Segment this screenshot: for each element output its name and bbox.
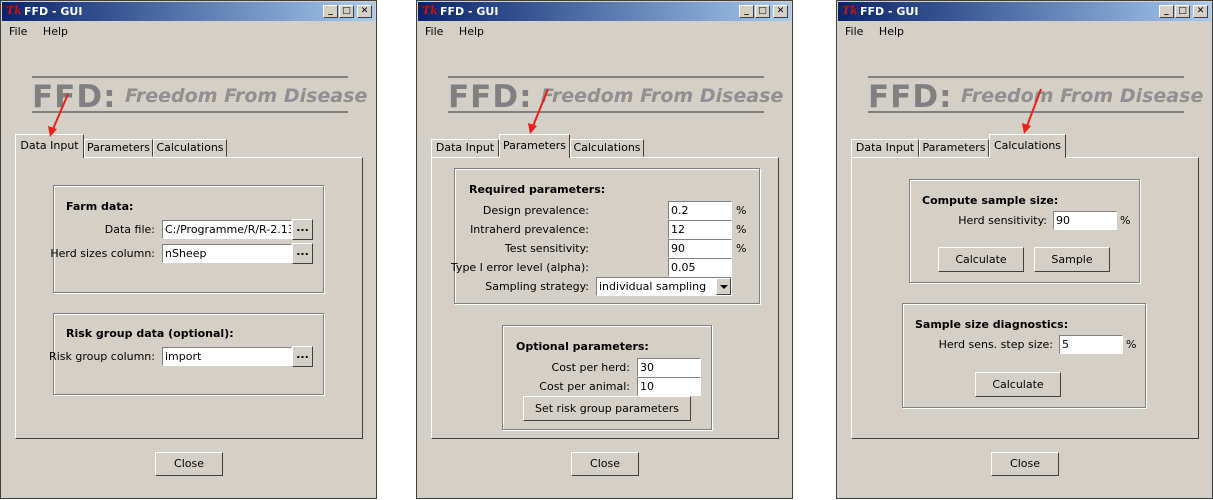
ffd-window-calculations: Tk FFD - GUI _ □ ✕ File Help FFD: Freedo… [836, 0, 1213, 499]
ffd-window-data-input: Tk FFD - GUI _ □ ✕ File Help FFD: Freedo… [0, 0, 377, 499]
annotation-arrow [1022, 88, 1042, 134]
annotation-arrow [528, 88, 549, 134]
ffd-window-parameters: Tk FFD - GUI _ □ ✕ File Help FFD: Freedo… [416, 0, 793, 499]
annotation-arrow [48, 93, 69, 137]
